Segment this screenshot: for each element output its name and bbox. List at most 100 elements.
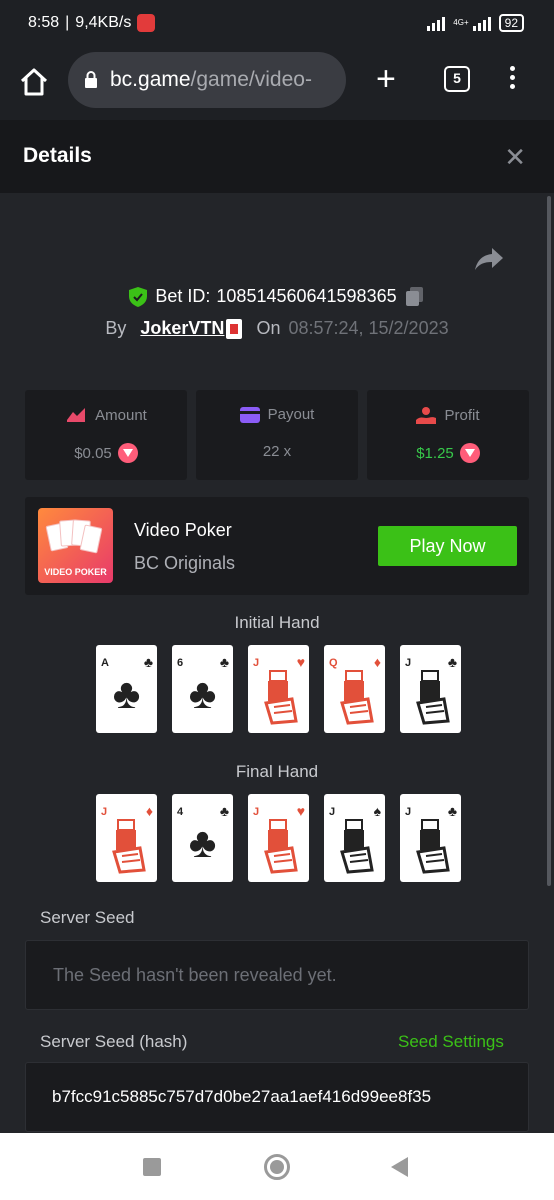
signal-icon-2 (472, 15, 491, 31)
bet-timestamp: 08:57:24, 15/2/2023 (288, 318, 449, 338)
network-speed: 9,4KB/s (75, 14, 132, 31)
amount-value: $0.05 (74, 444, 112, 462)
card-center-suit-icon: ♣ (188, 670, 217, 717)
playing-card: J ♥ (248, 794, 309, 882)
new-tab-button[interactable]: + (376, 62, 396, 96)
playing-card: J ♦ (96, 794, 157, 882)
game-banner: VIDEO POKER Video Poker BC Originals Pla… (25, 497, 529, 595)
card-center-suit-icon: ♣ (112, 670, 141, 717)
share-icon[interactable] (474, 246, 504, 272)
bet-id-value: 108514560641598365 (216, 286, 397, 306)
recents-button[interactable] (143, 1158, 161, 1176)
initial-hand-label: Initial Hand (234, 613, 320, 632)
playing-card: J ♠ (324, 794, 385, 882)
profit-label: Profit (444, 406, 480, 424)
face-card-figure-icon (340, 670, 374, 725)
card-suit-icon: ♥ (296, 654, 305, 670)
card-rank: J (405, 806, 412, 818)
play-now-button[interactable]: Play Now (378, 526, 517, 566)
browser-toolbar: bc.game/game/video- + 5 (0, 48, 554, 120)
card-suit-icon: ♦ (145, 803, 153, 819)
details-header: Details ✕ (0, 120, 554, 193)
final-hand-label: Final Hand (235, 762, 319, 781)
card-center-suit-icon: ♣ (188, 819, 217, 866)
face-card-figure-icon (416, 819, 450, 874)
game-provider: BC Originals (134, 553, 236, 573)
url-host: bc.game (110, 68, 191, 91)
tron-coin-icon (459, 443, 480, 463)
card-suit-icon: ♣ (219, 654, 229, 670)
copy-icon[interactable] (405, 286, 425, 307)
browser-menu-icon[interactable] (510, 66, 518, 93)
face-card-figure-icon (264, 819, 298, 874)
card-suit-icon: ♣ (447, 803, 457, 819)
battery-icon: 92 (498, 14, 524, 32)
playing-card: J ♣ (400, 794, 461, 882)
profit-icon (416, 407, 437, 424)
server-seed-label: Server Seed (40, 908, 135, 927)
server-seed-message: The Seed hasn't been revealed yet. (53, 965, 337, 985)
playing-card: A ♣ ♣ (96, 645, 157, 733)
profit-card: Profit $1.25 (367, 390, 529, 480)
server-seed-hash-label: Server Seed (hash) (40, 1032, 188, 1051)
face-card-figure-icon (264, 670, 298, 725)
lock-icon (85, 71, 97, 88)
payout-icon (239, 406, 260, 423)
url-path: /game/video- (190, 68, 312, 91)
final-hand: J ♦ 4 ♣ ♣ J ♥ J ♠ J ♣ (96, 794, 461, 882)
card-suit-icon: ♠ (373, 803, 381, 819)
card-suit-icon: ♥ (296, 803, 305, 819)
card-rank: A (101, 657, 109, 669)
card-rank: J (253, 806, 260, 818)
card-rank: 6 (177, 657, 184, 669)
server-seed-hash-field[interactable]: b7fcc91c5885c757d7d0be27aa1aef416d99ee8f… (25, 1062, 529, 1132)
page-title: Details (23, 144, 92, 167)
card-rank: 4 (177, 806, 184, 818)
close-icon[interactable]: ✕ (504, 142, 526, 173)
playing-card: J ♥ (248, 645, 309, 733)
card-suit-icon: ♣ (219, 803, 229, 819)
card-suit-icon: ♣ (143, 654, 153, 670)
payout-card: Payout 22 x (196, 390, 358, 480)
card-suit-icon: ♦ (373, 654, 381, 670)
face-card-figure-icon (416, 670, 450, 725)
app-notification-icon (137, 14, 156, 32)
server-seed-field: The Seed hasn't been revealed yet. (25, 940, 529, 1010)
playing-card: 6 ♣ ♣ (172, 645, 233, 733)
signal-icon (427, 15, 446, 31)
home-button[interactable] (264, 1154, 290, 1180)
clock: 8:58 (28, 14, 60, 31)
card-rank: J (253, 657, 260, 669)
amount-label: Amount (95, 406, 147, 424)
back-button[interactable] (391, 1157, 408, 1177)
address-bar[interactable]: bc.game/game/video- (68, 52, 346, 108)
profit-value: $1.25 (416, 444, 454, 462)
tron-coin-icon (117, 443, 138, 463)
verified-shield-icon (129, 286, 148, 307)
seed-settings-link[interactable]: Seed Settings (398, 1032, 504, 1052)
bet-id-label: Bet ID: (155, 286, 211, 306)
server-seed-hash-value: b7fcc91c5885c757d7d0be27aa1aef416d99ee8f… (52, 1087, 432, 1106)
game-thumbnail[interactable]: VIDEO POKER (38, 508, 113, 583)
payout-value: 22 x (262, 443, 292, 460)
card-rank: Q (329, 657, 338, 669)
card-suit-icon: ♣ (447, 654, 457, 670)
game-title[interactable]: Video Poker (134, 520, 232, 541)
playing-card: Q ♦ (324, 645, 385, 733)
system-nav-bar (0, 1133, 554, 1200)
initial-hand: A ♣ ♣ 6 ♣ ♣ J ♥ Q ♦ J ♣ (96, 645, 461, 733)
user-badge-icon (226, 318, 243, 339)
playing-card: J ♣ (400, 645, 461, 733)
playing-card: 4 ♣ ♣ (172, 794, 233, 882)
network-type: 4G+ (453, 18, 469, 27)
bet-id-row: Bet ID: 108514560641598365 (0, 286, 554, 307)
username-link[interactable]: JokerVTN (140, 318, 224, 339)
card-rank: J (101, 806, 108, 818)
face-card-figure-icon (340, 819, 374, 874)
on-label: On (256, 318, 281, 338)
bet-byline: By JokerVTN On 08:57:24, 15/2/2023 (0, 318, 554, 339)
by-label: By (105, 318, 127, 338)
home-icon[interactable] (18, 66, 50, 98)
tab-switcher-button[interactable]: 5 (444, 66, 470, 92)
amount-icon (67, 408, 86, 422)
